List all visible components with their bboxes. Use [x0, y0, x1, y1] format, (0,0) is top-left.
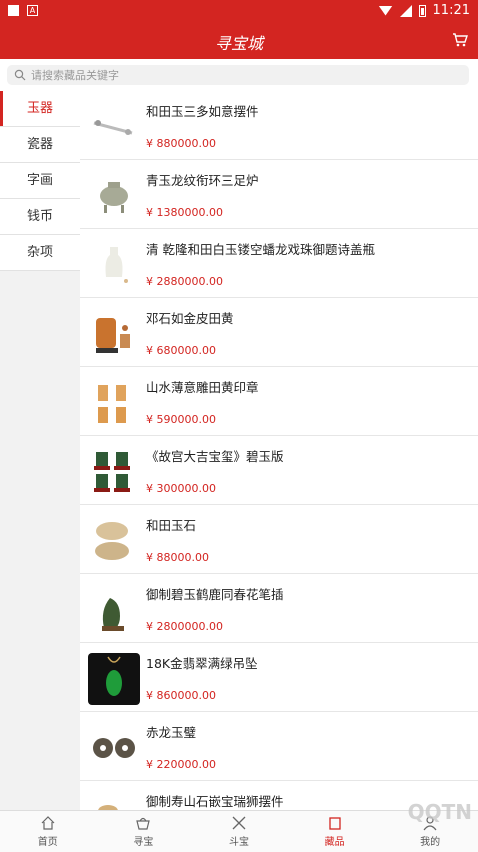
product-thumbnail [88, 653, 140, 705]
tab-label: 寻宝 [133, 837, 154, 848]
tab-label: 藏品 [324, 837, 345, 848]
sidebar-item-jade[interactable]: 玉器 [0, 91, 80, 127]
notification-icon [8, 5, 19, 16]
search-icon [14, 69, 26, 81]
product-thumbnail [100, 182, 128, 213]
battery-icon [418, 4, 426, 17]
product-item[interactable]: 18K金翡翠满绿吊坠 ¥ 860000.00 [80, 643, 478, 712]
product-thumbnail [93, 120, 133, 135]
product-item[interactable]: 《故宫大吉宝玺》碧玉版 ¥ 300000.00 [80, 436, 478, 505]
product-price: ¥ 880000.00 [146, 137, 216, 150]
collection-icon [328, 817, 341, 830]
tab-label: 我的 [420, 837, 441, 848]
product-item[interactable]: 青玉龙纹衔环三足炉 ¥ 1380000.00 [80, 160, 478, 229]
sidebar-item-calligraphy[interactable]: 字画 [0, 163, 80, 199]
product-thumbnail [93, 738, 135, 758]
product-thumbnail [102, 598, 124, 631]
product-name: 青玉龙纹衔环三足炉 [146, 173, 259, 188]
product-thumbnail [98, 385, 126, 423]
product-item[interactable]: 御制碧玉鹤鹿同春花笔插 ¥ 2800000.00 [80, 574, 478, 643]
status-time: 11:21 [432, 3, 470, 18]
tab-home[interactable]: 首页 [0, 811, 96, 852]
product-name: 御制寿山石嵌宝瑞狮摆件 [146, 794, 284, 809]
search-input[interactable] [31, 65, 451, 85]
product-name: 《故宫大吉宝玺》碧玉版 [146, 449, 284, 464]
product-thumbnail [95, 522, 129, 560]
tab-treasure-hunt[interactable]: 寻宝 [96, 811, 192, 852]
product-item[interactable]: 赤龙玉璧 ¥ 220000.00 [80, 712, 478, 781]
home-icon [41, 816, 55, 830]
page-title: 寻宝城 [214, 34, 263, 53]
product-price: ¥ 300000.00 [146, 482, 216, 495]
search-bar [0, 59, 478, 91]
signal-icon [399, 4, 412, 17]
treasure-icon [136, 817, 151, 830]
wifi-icon [378, 5, 393, 16]
product-price: ¥ 2800000.00 [146, 620, 223, 633]
app-notification-icon: A [27, 5, 38, 16]
product-name: 清 乾隆和田白玉镂空蟠龙戏珠御题诗盖瓶 [146, 242, 375, 257]
product-thumbnail [96, 318, 130, 353]
product-price: ¥ 220000.00 [146, 758, 216, 771]
product-thumbnail [105, 247, 128, 283]
product-name: 山水薄意雕田黄印章 [146, 380, 259, 395]
product-name: 18K金翡翠满绿吊坠 [146, 656, 258, 671]
sidebar-item-misc[interactable]: 杂项 [0, 235, 80, 271]
sidebar-item-porcelain[interactable]: 瓷器 [0, 127, 80, 163]
product-thumbnail [98, 805, 118, 810]
product-price: ¥ 1380000.00 [146, 206, 223, 219]
search-box[interactable] [7, 65, 469, 85]
product-name: 和田玉石 [146, 518, 197, 533]
tab-collection[interactable]: 藏品 [287, 811, 383, 852]
product-price: ¥ 590000.00 [146, 413, 216, 426]
watermark: QQTN [407, 800, 472, 824]
product-name: 赤龙玉璧 [146, 725, 197, 740]
product-thumbnail [94, 452, 130, 492]
product-name: 和田玉三多如意摆件 [146, 104, 259, 119]
product-item[interactable]: 和田玉石 ¥ 88000.00 [80, 505, 478, 574]
product-item[interactable]: 和田玉三多如意摆件 ¥ 880000.00 [80, 91, 478, 160]
bottom-tab-bar: 首页 寻宝 斗宝 藏品 我的 [0, 810, 478, 852]
tab-battle[interactable]: 斗宝 [191, 811, 287, 852]
product-price: ¥ 2880000.00 [146, 275, 223, 288]
swords-icon [232, 816, 246, 830]
app-header: 寻宝城 [0, 22, 478, 59]
product-item[interactable]: 邓石如金皮田黄 ¥ 680000.00 [80, 298, 478, 367]
product-price: ¥ 860000.00 [146, 689, 216, 702]
sidebar-item-coins[interactable]: 钱币 [0, 199, 80, 235]
cart-icon[interactable] [452, 32, 468, 48]
product-name: 御制碧玉鹤鹿同春花笔插 [146, 587, 284, 602]
status-bar: A 11:21 [0, 0, 478, 22]
category-sidebar: 玉器 瓷器 字画 钱币 杂项 [0, 91, 80, 810]
product-list: 和田玉三多如意摆件 ¥ 880000.00 青玉龙纹衔环三足炉 ¥ 138000… [80, 91, 478, 810]
product-price: ¥ 88000.00 [146, 551, 209, 564]
product-name: 邓石如金皮田黄 [146, 311, 234, 326]
product-item[interactable]: 山水薄意雕田黄印章 ¥ 590000.00 [80, 367, 478, 436]
product-price: ¥ 680000.00 [146, 344, 216, 357]
tab-label: 斗宝 [228, 837, 249, 848]
tab-label: 首页 [37, 837, 58, 848]
product-item[interactable]: 清 乾隆和田白玉镂空蟠龙戏珠御题诗盖瓶 ¥ 2880000.00 [80, 229, 478, 298]
